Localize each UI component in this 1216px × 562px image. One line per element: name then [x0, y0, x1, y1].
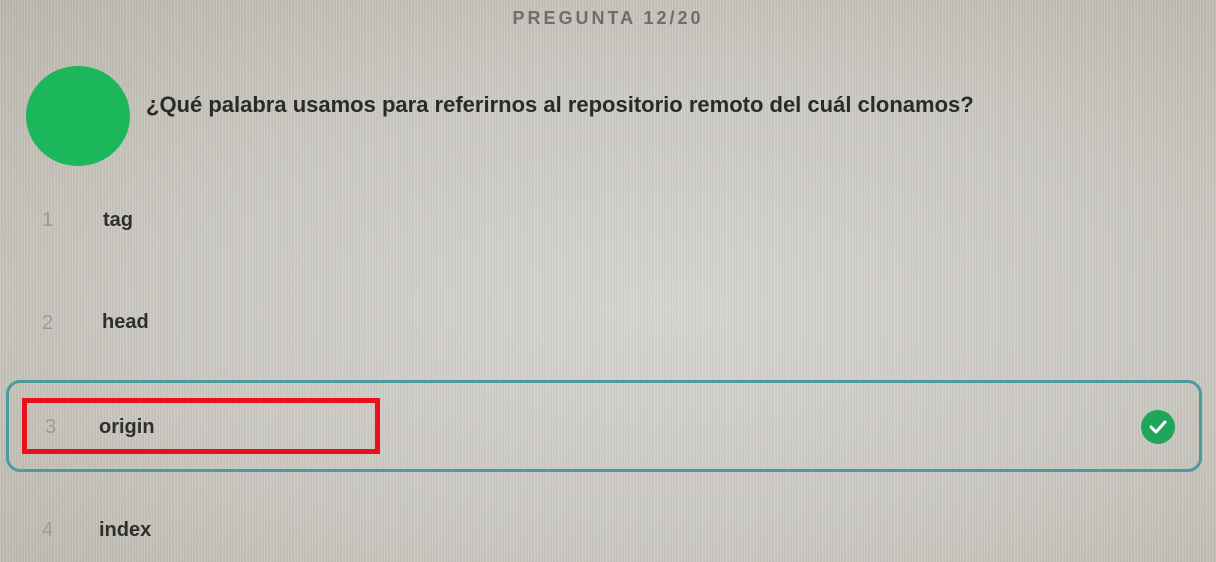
option-number: 1 — [42, 209, 54, 231]
answer-option-1[interactable]: 1 tag — [6, 173, 1202, 265]
answer-option-2[interactable]: 2 head — [6, 277, 1202, 369]
check-circle-icon — [1141, 410, 1175, 444]
option-label: tag — [103, 209, 133, 231]
option-label: head — [102, 311, 149, 333]
option-number: 2 — [42, 312, 54, 334]
option-number: 4 — [42, 519, 54, 541]
question-text: ¿Qué palabra usamos para referirnos al r… — [146, 92, 974, 117]
answer-option-4[interactable]: 4 index — [6, 485, 1202, 562]
option-label: index — [99, 519, 152, 541]
avatar — [26, 66, 130, 166]
question-counter: PREGUNTA 12/20 — [512, 8, 704, 28]
highlight-annotation — [22, 398, 380, 454]
